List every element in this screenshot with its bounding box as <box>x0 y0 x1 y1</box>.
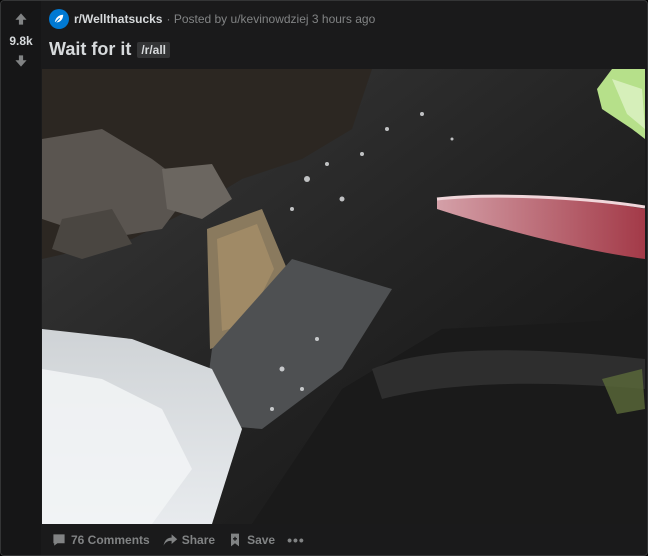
upvote-icon[interactable] <box>13 11 29 27</box>
share-button[interactable]: Share <box>156 530 221 550</box>
post-actions: 76 Comments Share Save ••• <box>45 528 311 552</box>
video-player[interactable] <box>42 69 645 524</box>
save-button[interactable]: Save <box>221 530 281 550</box>
post-card: 9.8k r/Wellthatsucks · Posted by u/kevin… <box>0 0 648 556</box>
save-icon <box>231 533 240 547</box>
comments-button[interactable]: 76 Comments <box>45 530 156 550</box>
more-options-icon: ••• <box>287 532 305 548</box>
vote-column: 9.8k <box>1 1 41 555</box>
posted-by: · Posted by u/kevinowdziej 3 hours ago <box>166 12 376 26</box>
subreddit-icon[interactable] <box>49 9 69 29</box>
save-label: Save <box>247 533 276 547</box>
video-frame <box>42 69 645 524</box>
comment-icon <box>53 534 65 546</box>
post-flair: /r/all <box>137 41 171 58</box>
comments-label: 76 Comments <box>71 533 150 547</box>
more-options-button[interactable]: ••• <box>281 530 311 550</box>
post-title[interactable]: Wait for it <box>49 39 131 60</box>
subreddit-link[interactable]: r/Wellthatsucks <box>74 12 162 26</box>
share-icon <box>163 534 177 546</box>
title-row: Wait for it /r/all <box>49 39 171 60</box>
vote-score: 9.8k <box>9 34 33 48</box>
post-meta: r/Wellthatsucks · Posted by u/kevinowdzi… <box>49 9 375 29</box>
share-label: Share <box>181 533 216 547</box>
downvote-icon[interactable] <box>13 53 29 69</box>
